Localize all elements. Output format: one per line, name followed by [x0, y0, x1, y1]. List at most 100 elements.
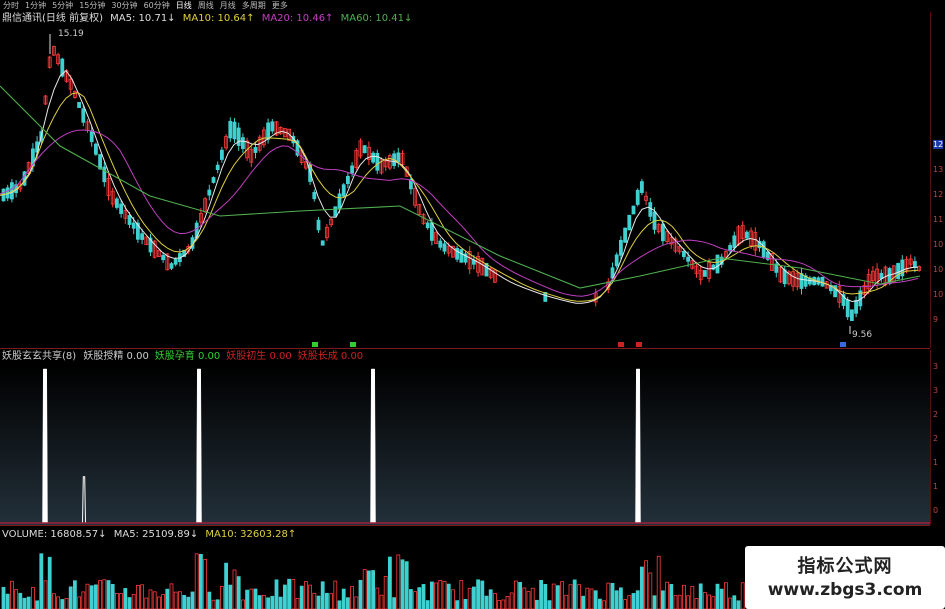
indicator-axis: 3 3 2 2 1 1 0: [930, 350, 945, 525]
volume-bar: [119, 593, 123, 609]
indicator-bar: [635, 368, 641, 524]
price-axis: 12 13 12 11 10 10 10 9: [930, 12, 945, 348]
candle-body: [442, 243, 447, 252]
candle-body: [98, 154, 102, 170]
volume-bar: [169, 583, 174, 609]
volume-bar: [135, 585, 140, 609]
volume-bar: [43, 580, 48, 609]
period-tab-6[interactable]: 日线: [173, 0, 195, 12]
candle-body: [94, 143, 98, 155]
volume-bar: [110, 584, 115, 609]
volume-bar: [94, 584, 98, 609]
volume-bar: [148, 589, 153, 609]
high-price-label: 15.19: [58, 29, 84, 39]
volume-bar: [694, 598, 699, 609]
volume-bar: [564, 594, 569, 609]
period-tab-5[interactable]: 60分钟: [141, 0, 173, 12]
volume-bar: [589, 588, 594, 609]
volume-bar: [186, 596, 191, 609]
candle-body: [131, 222, 136, 229]
period-toolbar: 分时 1分钟 5分钟 15分钟 30分钟 60分钟 日线 周线 月线 多周期 更多: [0, 0, 945, 12]
volume-header: VOLUME: 16808.57↓ MA5: 25109.89↓ MA10: 3…: [2, 528, 300, 542]
volume-bar: [211, 599, 216, 609]
candle-body: [161, 255, 166, 261]
volume-bar: [173, 591, 178, 609]
period-tab-4[interactable]: 30分钟: [108, 0, 140, 12]
candle-body: [341, 184, 346, 197]
ma20-legend: MA20: 10.46↑: [261, 13, 334, 24]
candle-body: [627, 214, 632, 231]
volume-bar: [350, 586, 355, 609]
volume-bar: [707, 594, 711, 609]
volume-bar: [732, 595, 737, 609]
volume-bar: [547, 600, 552, 609]
volume-bar: [278, 596, 283, 609]
volume-bar: [459, 580, 464, 609]
volume-bar: [245, 589, 250, 609]
ma10-legend: MA10: 10.64↑: [182, 13, 255, 24]
candle-body: [761, 241, 766, 258]
volume-bar: [387, 556, 392, 609]
indicator-bar: [370, 368, 376, 524]
candle-body: [270, 121, 275, 132]
volume-bar: [522, 587, 527, 609]
period-tab-3[interactable]: 15分钟: [76, 0, 108, 12]
candle-body: [232, 121, 237, 140]
volume-bar: [492, 593, 497, 609]
volume-bar: [261, 594, 266, 609]
candle-body: [745, 231, 749, 239]
volume-bar: [728, 597, 732, 609]
period-tab-7[interactable]: 周线: [195, 0, 217, 12]
candle-body: [211, 177, 216, 183]
volume-bar: [375, 587, 380, 609]
period-tab-0[interactable]: 分时: [0, 0, 22, 12]
volume-bar: [156, 596, 161, 609]
volume-bar: [190, 591, 195, 609]
candle-body: [89, 131, 94, 143]
volume-bar: [577, 584, 581, 609]
panel-divider-2: [0, 525, 930, 526]
volume-bar: [73, 580, 77, 609]
volume-bar: [1, 586, 6, 609]
period-tab-1[interactable]: 1分钟: [22, 0, 49, 12]
candle-body: [312, 192, 317, 200]
watermark-title: 指标公式网: [797, 556, 893, 577]
volume-bar: [703, 592, 707, 609]
volume-bar: [383, 576, 388, 609]
signal-mark: [618, 342, 624, 347]
candle-body: [140, 233, 145, 240]
axis-tick-label: 12: [933, 190, 944, 199]
volume-bar: [736, 600, 741, 609]
period-tab-8[interactable]: 月线: [217, 0, 239, 12]
period-tab-2[interactable]: 5分钟: [49, 0, 76, 12]
volume-bar: [14, 589, 19, 609]
ma5-legend: MA5: 10.71↓: [110, 13, 176, 24]
volume-bar: [354, 596, 359, 609]
price-chart[interactable]: [0, 26, 930, 348]
volume-bar: [5, 593, 10, 609]
volume-bar: [698, 583, 703, 609]
volume-bar: [724, 582, 728, 609]
volume-bar: [631, 593, 636, 609]
indicator-legend-0: 妖股授精 0.00: [83, 351, 149, 362]
volume-bar: [640, 566, 644, 609]
candle-body: [631, 205, 636, 215]
volume-bar: [614, 590, 619, 609]
volume-bar: [715, 583, 720, 609]
period-tab-10[interactable]: 更多: [269, 0, 291, 12]
volume-bar: [417, 587, 422, 609]
volume-bar: [530, 587, 535, 609]
indicator-chart[interactable]: [0, 365, 930, 525]
volume-bar: [219, 585, 224, 609]
period-tab-9[interactable]: 多周期: [239, 0, 269, 12]
volume-bar: [635, 590, 640, 609]
signal-mark: [350, 342, 356, 347]
volume-bar: [198, 554, 203, 609]
volume-ma10: MA10: 32603.28↑: [205, 529, 297, 540]
candle-body: [266, 122, 271, 140]
volume-bar: [115, 593, 119, 609]
axis-tick-label: 2: [933, 410, 939, 419]
volume-bar: [644, 560, 648, 609]
candle-body: [703, 270, 707, 277]
volume-bar: [656, 555, 661, 609]
